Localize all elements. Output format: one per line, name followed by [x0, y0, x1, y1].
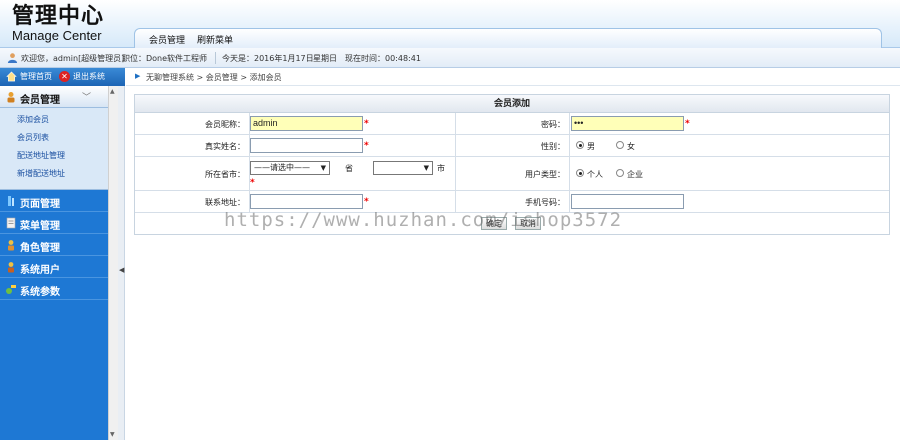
gender-male-radio[interactable] [576, 141, 584, 149]
topnav-refresh-menu[interactable]: 刷新菜单 [197, 33, 233, 46]
app-header: 管理中心 Manage Center 会员管理 刷新菜单 [0, 0, 900, 48]
gender-female-radio[interactable] [616, 141, 624, 149]
usertype-personal-label: 个人 [587, 170, 603, 179]
info-bar: 欢迎您，admin[超级管理员] 职位：Done软件工程师 今天是：2016年1… [0, 48, 900, 68]
sidebar-menu-pages[interactable]: 页面管理 [0, 190, 108, 212]
usertype-personal-radio[interactable] [576, 169, 584, 177]
dropdown-arrow-icon: ▼ [423, 164, 429, 172]
required-mark: * [364, 197, 369, 207]
sidebar-menu-system-users[interactable]: 系统用户 [0, 256, 108, 278]
required-mark: * [250, 178, 255, 188]
mobile-label: 手机号码： [525, 198, 565, 207]
gender-label: 性别： [541, 142, 565, 151]
province-select[interactable]: ——请选中—— ▼ [250, 161, 330, 175]
usertype-company-radio[interactable] [616, 169, 624, 177]
address-input[interactable] [250, 194, 363, 209]
form-row: 会员昵称： admin * 密码： ••• * [135, 113, 889, 135]
sidebar-item-add-member[interactable]: 添加会员 [0, 111, 108, 129]
nickname-label: 会员昵称： [205, 120, 245, 129]
required-mark: * [685, 119, 690, 129]
password-input[interactable]: ••• [571, 116, 684, 131]
form-row: 所在省市： ——请选中—— ▼ 省 ▼ 市 * 用户类型： 个人 企业 [135, 157, 889, 191]
sidebar-item-add-address[interactable]: 新增配送地址 [0, 165, 108, 183]
realname-input[interactable] [250, 138, 363, 153]
mobile-input[interactable] [571, 194, 684, 209]
collapse-arrow-icon[interactable]: ◀ [119, 266, 124, 274]
time-text: 现在时间：00:48:41 [345, 54, 421, 63]
role-icon [8, 240, 14, 251]
sidebar-menu-member[interactable]: 会员管理 ﹀ [0, 86, 108, 108]
topnav-member-management[interactable]: 会员管理 [149, 33, 185, 46]
sidebar-scrollbar[interactable]: ▲ ▼ [108, 86, 118, 440]
settings-icon [6, 285, 16, 294]
sidebar-menu-label: 会员管理 [20, 95, 60, 106]
sidebar-top-bar: 管理首页 ✕ 退出系统 [0, 68, 125, 86]
nickname-input[interactable]: admin [250, 116, 363, 131]
watermark: https://www.huzhan.com/ishop3572 [224, 209, 623, 231]
sidebar-menu-menus[interactable]: 菜单管理 [0, 212, 108, 234]
sidebar-item-member-list[interactable]: 会员列表 [0, 129, 108, 147]
home-icon [6, 71, 17, 82]
form-row: 真实姓名： * 性别： 男 女 [135, 135, 889, 157]
city-unit: 市 [437, 164, 445, 173]
page-icon [8, 196, 14, 206]
usertype-label: 用户类型： [525, 170, 565, 179]
sidebar: 会员管理 ﹀ 添加会员 会员列表 配送地址管理 新增配送地址 页面管理 菜单管理… [0, 86, 108, 440]
sidebar-menu-system-params[interactable]: 系统参数 [0, 278, 108, 300]
sidebar-menu-label: 系统用户 [20, 265, 60, 276]
required-mark: * [364, 141, 369, 151]
home-button[interactable]: 管理首页 [20, 71, 52, 82]
logo-title-en: Manage Center [12, 28, 102, 43]
gender-male-label: 男 [587, 142, 595, 151]
member-icon [7, 92, 15, 103]
welcome-text: 欢迎您，admin[超级管理员] [21, 54, 125, 63]
sidebar-submenu: 添加会员 会员列表 配送地址管理 新增配送地址 [0, 108, 108, 190]
region-label: 所在省市： [205, 170, 245, 179]
menu-icon [6, 217, 16, 229]
sidebar-menu-roles[interactable]: 角色管理 [0, 234, 108, 256]
city-select[interactable]: ▼ [373, 161, 433, 175]
breadcrumb: ▶ 无聊管理系统 > 会员管理 > 添加会员 [126, 68, 900, 86]
exit-button[interactable]: 退出系统 [73, 71, 105, 82]
sidebar-menu-label: 系统参数 [20, 287, 60, 298]
breadcrumb-text: 无聊管理系统 > 会员管理 > 添加会员 [146, 73, 282, 82]
weekday-text: 星期日 [313, 54, 337, 63]
system-user-icon [8, 262, 14, 273]
sidebar-menu-label: 菜单管理 [20, 221, 60, 232]
role-text: 职位：Done软件工程师 [122, 54, 208, 63]
required-mark: * [364, 119, 369, 129]
scroll-up-icon[interactable]: ▲ [110, 88, 115, 95]
logo: 管理中心 Manage Center [12, 4, 122, 43]
province-unit: 省 [345, 164, 353, 173]
province-select-value: ——请选中—— [254, 163, 310, 172]
sidebar-menu-label: 角色管理 [20, 243, 60, 254]
top-nav: 会员管理 刷新菜单 [134, 28, 882, 48]
logo-title-cn: 管理中心 [12, 3, 105, 29]
sidebar-item-address-management[interactable]: 配送地址管理 [0, 147, 108, 165]
divider [215, 52, 216, 64]
form-title: 会员添加 [135, 95, 889, 113]
gender-female-label: 女 [627, 142, 635, 151]
exit-icon: ✕ [59, 71, 70, 82]
chevron-down-icon: ﹀ [82, 93, 92, 103]
usertype-company-label: 企业 [627, 170, 643, 179]
sidebar-splitter[interactable]: ◀ [118, 86, 125, 440]
scroll-down-icon[interactable]: ▼ [110, 431, 115, 438]
user-icon [7, 53, 18, 63]
dropdown-arrow-icon: ▼ [320, 164, 326, 172]
realname-label: 真实姓名： [205, 142, 245, 151]
password-label: 密码： [541, 120, 565, 129]
address-label: 联系地址： [205, 198, 245, 207]
date-text: 今天是：2016年1月17日 [222, 54, 314, 63]
sidebar-menu-label: 页面管理 [20, 199, 60, 210]
breadcrumb-arrow-icon: ▶ [135, 72, 141, 80]
